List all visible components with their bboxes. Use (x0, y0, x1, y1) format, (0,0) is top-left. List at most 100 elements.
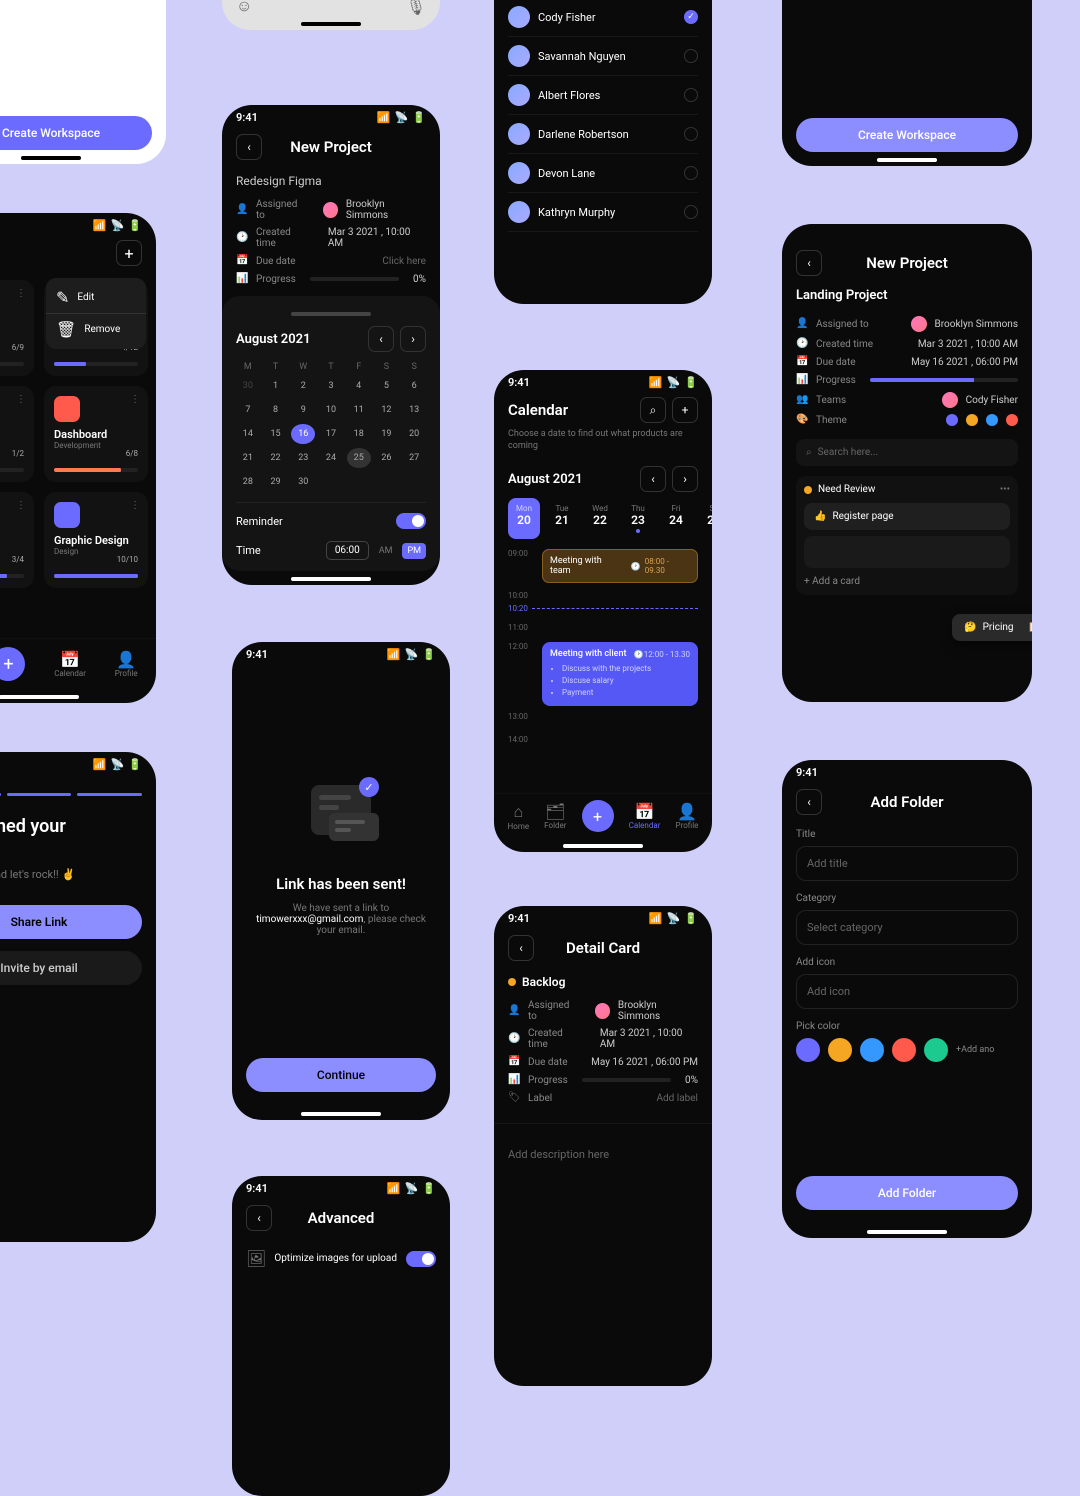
calendar-day[interactable]: 27 (402, 448, 426, 468)
calendar-day-chip[interactable]: Wed 22 (584, 498, 616, 539)
next-button[interactable]: › (672, 466, 698, 492)
optimize-toggle[interactable] (406, 1251, 436, 1267)
more-icon[interactable]: ⋮ (16, 394, 26, 405)
member-row[interactable]: Darlene Robertson (508, 115, 698, 154)
back-button[interactable]: ‹ (796, 250, 822, 276)
nav-calendar[interactable]: 📅Calendar (54, 650, 86, 678)
dashboard-card[interactable]: ⋮Graphic DesignDesign10/10 (44, 492, 148, 588)
calendar-day-chip[interactable]: Thu 23 (622, 498, 654, 539)
prev-month-button[interactable]: ‹ (368, 326, 394, 352)
dashboard-card[interactable]: ⋮nationsColoring1/2 (0, 386, 34, 482)
back-button[interactable]: ‹ (508, 935, 534, 961)
context-edit[interactable]: ✎Edit (46, 282, 146, 313)
card-register-page[interactable]: 👍Register page (804, 503, 1010, 530)
card-empty[interactable] (804, 536, 1010, 568)
member-row[interactable]: Kathryn Murphy (508, 193, 698, 232)
calendar-day-chip[interactable]: Mon 20 (508, 498, 540, 539)
nav-calendar[interactable]: 📅Calendar (629, 802, 661, 830)
back-button[interactable]: ‹ (246, 1205, 272, 1231)
calendar-day[interactable]: 22 (264, 448, 288, 468)
back-button[interactable]: ‹ (236, 134, 262, 160)
floating-card-pricing[interactable]: 🤔Pricing📋 (952, 614, 1032, 641)
prev-button[interactable]: ‹ (640, 466, 666, 492)
calendar-day[interactable]: 30 (236, 376, 260, 396)
calendar-day[interactable]: 24 (319, 448, 343, 468)
add-card-button[interactable]: + Add a card (804, 576, 1010, 587)
reminder-toggle[interactable] (396, 513, 426, 529)
calendar-day[interactable]: 15 (264, 424, 288, 444)
more-icon[interactable]: ⋮ (130, 500, 140, 511)
calendar-day-chip[interactable]: Tue 21 (546, 498, 578, 539)
description-input[interactable]: Add description here (494, 1123, 712, 1185)
context-remove[interactable]: 🗑Remove (46, 314, 146, 345)
calendar-day[interactable]: 16 (291, 424, 315, 444)
color-swatch[interactable] (860, 1038, 884, 1062)
am-button[interactable]: AM (375, 543, 397, 559)
color-swatch[interactable] (828, 1038, 852, 1062)
back-button[interactable]: ‹ (796, 789, 822, 815)
share-link-button[interactable]: Share Link (0, 905, 142, 939)
calendar-day[interactable] (347, 472, 371, 492)
calendar-day[interactable]: 26 (375, 448, 399, 468)
invite-email-button[interactable]: Invite by email (0, 951, 142, 985)
calendar-day[interactable]: 12 (375, 400, 399, 420)
more-icon[interactable]: ⋮ (16, 288, 26, 299)
calendar-day-chip[interactable]: Sa 25 (698, 498, 712, 539)
icon-input[interactable]: Add icon (796, 974, 1018, 1009)
color-swatch[interactable] (924, 1038, 948, 1062)
calendar-day[interactable]: 23 (291, 448, 315, 468)
member-row[interactable]: Albert Flores (508, 76, 698, 115)
add-folder-button[interactable]: Add Folder (796, 1176, 1018, 1210)
member-row[interactable]: Devon Lane (508, 154, 698, 193)
more-icon[interactable]: ••• (1000, 484, 1010, 495)
calendar-day[interactable]: 21 (236, 448, 260, 468)
nav-home[interactable]: ⌂Home (508, 802, 530, 831)
calendar-day[interactable]: 6 (402, 376, 426, 396)
event-meeting-client[interactable]: Meeting with client 🕑 12:00 - 13.30 Disc… (542, 642, 698, 706)
search-button[interactable]: ⌕ (640, 397, 666, 423)
add-button[interactable]: + (672, 397, 698, 423)
nav-add[interactable]: + (0, 647, 25, 681)
create-workspace-button[interactable]: Create Workspace (796, 118, 1018, 152)
nav-add[interactable]: + (582, 800, 614, 832)
calendar-day[interactable]: 3 (319, 376, 343, 396)
title-input[interactable]: Add title (796, 846, 1018, 881)
add-button[interactable]: + (116, 240, 142, 266)
calendar-day-chip[interactable]: Fri 24 (660, 498, 692, 539)
calendar-day[interactable]: 1 (264, 376, 288, 396)
calendar-day[interactable]: 11 (347, 400, 371, 420)
more-icon[interactable]: ⋮ (130, 394, 140, 405)
next-month-button[interactable]: › (400, 326, 426, 352)
continue-button[interactable]: Continue (246, 1058, 436, 1092)
pm-button[interactable]: PM (402, 543, 426, 559)
calendar-day[interactable]: 10 (319, 400, 343, 420)
category-select[interactable]: Select category (796, 910, 1018, 945)
calendar-day[interactable]: 29 (264, 472, 288, 492)
nav-folder[interactable]: 🗂Folder (544, 802, 566, 830)
calendar-day[interactable]: 5 (375, 376, 399, 396)
calendar-day[interactable]: 30 (291, 472, 315, 492)
calendar-day[interactable] (402, 472, 426, 492)
calendar-day[interactable]: 9 (291, 400, 315, 420)
dashboard-card[interactable]: ⋮Apps6/9 (0, 280, 34, 376)
calendar-day[interactable]: 20 (402, 424, 426, 444)
dashboard-card[interactable]: ⋮Development3/4 (0, 492, 34, 588)
calendar-day[interactable]: 18 (347, 424, 371, 444)
create-workspace-button[interactable]: Create Workspace (0, 116, 152, 150)
calendar-day[interactable] (375, 472, 399, 492)
nav-profile[interactable]: 👤Profile (676, 802, 699, 830)
color-swatch[interactable] (892, 1038, 916, 1062)
calendar-day[interactable]: 4 (347, 376, 371, 396)
calendar-day[interactable]: 7 (236, 400, 260, 420)
calendar-day[interactable] (319, 472, 343, 492)
calendar-day[interactable]: 13 (402, 400, 426, 420)
calendar-day[interactable]: 8 (264, 400, 288, 420)
calendar-day[interactable]: 2 (291, 376, 315, 396)
add-color-button[interactable]: +Add ano (956, 1045, 994, 1055)
time-input[interactable]: 06:00 (326, 541, 369, 560)
color-swatch[interactable] (796, 1038, 820, 1062)
calendar-day[interactable]: 28 (236, 472, 260, 492)
nav-profile[interactable]: 👤Profile (115, 650, 138, 678)
dashboard-card[interactable]: ⋮DashboardDevelopment6/8 (44, 386, 148, 482)
calendar-day[interactable]: 14 (236, 424, 260, 444)
